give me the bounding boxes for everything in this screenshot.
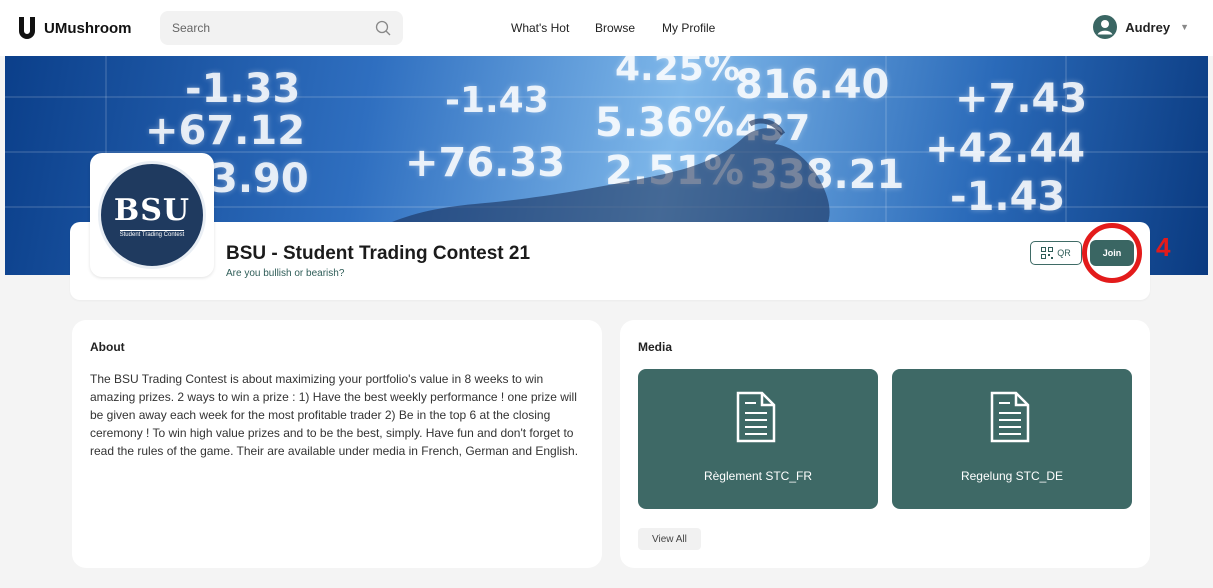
search-icon[interactable]	[375, 20, 391, 36]
media-item-label: Règlement STC_FR	[703, 469, 813, 483]
app-logo[interactable]: UMushroom	[16, 14, 132, 42]
nav-link-browse[interactable]: Browse	[595, 21, 635, 35]
nav-link-my-profile[interactable]: My Profile	[662, 21, 715, 35]
media-item-label: Regelung STC_DE	[960, 469, 1064, 483]
group-logo: BSU Student Trading Contest	[90, 153, 214, 277]
qr-code-icon	[1041, 247, 1054, 259]
banner-ticker: 3.90	[210, 156, 309, 202]
app-name: UMushroom	[44, 19, 132, 37]
search-box[interactable]	[160, 11, 403, 45]
banner-ticker: 816.40	[735, 62, 890, 108]
join-button[interactable]: Join	[1090, 240, 1134, 266]
about-description: The BSU Trading Contest is about maximiz…	[90, 372, 579, 458]
user-menu[interactable]: Audrey ▼	[1093, 15, 1189, 39]
banner-ticker: 4.25%	[615, 56, 740, 89]
group-logo-subtitle: Student Trading Contest	[119, 229, 185, 238]
media-item-reglement-fr[interactable]: Règlement STC_FR	[638, 369, 878, 509]
view-all-media-button[interactable]: View All	[638, 528, 701, 550]
document-icon	[736, 391, 776, 443]
group-title: BSU - Student Trading Contest 21	[226, 243, 531, 264]
top-nav-bar: UMushroom What's Hot Browse My Profile A…	[0, 0, 1213, 56]
group-tagline: Are you bullish or bearish?	[226, 268, 345, 279]
document-icon	[990, 391, 1030, 443]
banner-ticker: -1.33	[185, 66, 301, 112]
about-title: About	[90, 340, 125, 354]
group-logo-badge: BSU Student Trading Contest	[98, 161, 206, 269]
banner-ticker: +42.44	[925, 126, 1086, 172]
chevron-down-icon[interactable]: ▼	[1180, 22, 1189, 32]
mushroom-logo-icon	[19, 17, 35, 39]
media-card: Media Règlement STC_FR Regelung STC_DE V…	[620, 320, 1150, 568]
annotation-step-number: 4	[1156, 232, 1171, 262]
group-logo-abbr: BSU	[113, 192, 191, 228]
qr-button[interactable]: QR	[1030, 241, 1082, 265]
search-input[interactable]	[172, 21, 375, 35]
media-item-regelung-de[interactable]: Regelung STC_DE	[892, 369, 1132, 509]
banner-ticker: +67.12	[145, 108, 306, 154]
qr-button-label: QR	[1057, 248, 1071, 258]
banner-ticker: -1.43	[950, 174, 1066, 220]
banner-ticker: -1.43	[445, 80, 549, 121]
about-card: About The BSU Trading Contest is about m…	[72, 320, 602, 568]
media-title: Media	[638, 340, 673, 354]
banner-ticker: +7.43	[955, 76, 1088, 122]
user-avatar-icon	[1093, 15, 1118, 39]
user-name: Audrey	[1125, 19, 1171, 35]
nav-link-whats-hot[interactable]: What's Hot	[511, 21, 569, 35]
